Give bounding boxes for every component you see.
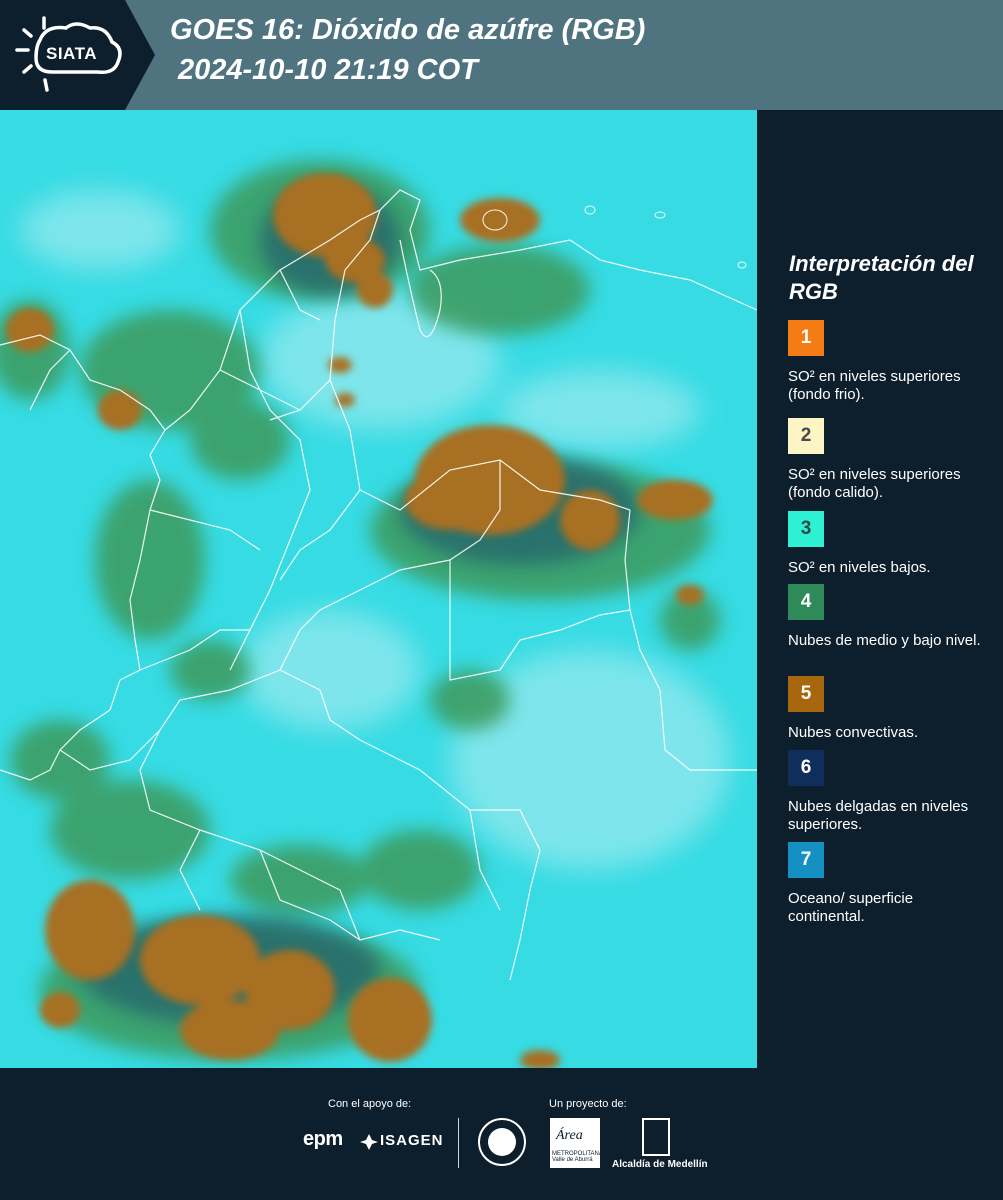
- epm-logo: epm: [303, 1128, 343, 1150]
- legend-label: Nubes delgadas en niveles superiores.: [788, 798, 969, 833]
- isagen-mark-icon: [360, 1134, 378, 1150]
- legend-swatch: 5: [788, 676, 824, 712]
- legend-label: SO² en niveles bajos.: [788, 559, 931, 576]
- area-metropolitana-logo: Área METROPOLITANA Valle de Aburrá: [550, 1118, 603, 1168]
- support-label: Con el apoyo de:: [328, 1098, 412, 1110]
- legend-label: Nubes de medio y bajo nivel.: [788, 632, 981, 649]
- legend-item: 2 SO² en niveles superiores (fondo calid…: [788, 418, 993, 502]
- legend-label: SO² en niveles superiores (fondo frio).: [788, 368, 961, 403]
- alcaldia-shield-icon: [642, 1118, 670, 1156]
- siata-logo-text: SIATA: [46, 44, 97, 63]
- legend-item: 7 Oceano/ superficie continental.: [788, 842, 993, 926]
- satellite-map: [0, 110, 757, 1068]
- legend-label: Nubes convectivas.: [788, 724, 919, 741]
- footer-divider: [458, 1118, 459, 1168]
- legend-swatch: 6: [788, 750, 824, 786]
- legend-item: 4 Nubes de medio y bajo nivel.: [788, 584, 993, 650]
- legend-item: 1 SO² en niveles superiores (fondo frio)…: [788, 320, 993, 404]
- seal-logo: [478, 1118, 526, 1166]
- page-title: GOES 16: Dióxido de azúfre (RGB): [170, 14, 646, 46]
- legend-swatch: 2: [788, 418, 824, 454]
- satellite-image: [0, 110, 757, 1068]
- legend-item: 5 Nubes convectivas.: [788, 676, 993, 742]
- seal-emblem-icon: [488, 1128, 516, 1156]
- legend-item: 3 SO² en niveles bajos.: [788, 511, 993, 577]
- isagen-logo-text: ISAGEN: [380, 1132, 444, 1149]
- page-timestamp: 2024-10-10 21:19 COT: [178, 54, 478, 86]
- legend-panel: Interpretación del RGB 1 SO² en niveles …: [757, 110, 1003, 1068]
- project-label: Un proyecto de:: [549, 1098, 627, 1110]
- legend-swatch: 7: [788, 842, 824, 878]
- legend-label: Oceano/ superficie continental.: [788, 890, 914, 925]
- area-logo-subtext: METROPOLITANA Valle de Aburrá: [552, 1151, 603, 1163]
- footer: Con el apoyo de: Un proyecto de: epm ISA…: [0, 1068, 1003, 1200]
- siata-logo: SIATA: [0, 0, 155, 110]
- legend-swatch: 4: [788, 584, 824, 620]
- legend-swatch: 1: [788, 320, 824, 356]
- header: SIATA GOES 16: Dióxido de azúfre (RGB) 2…: [0, 0, 1003, 110]
- legend-item: 6 Nubes delgadas en niveles superiores.: [788, 750, 993, 834]
- area-logo-text: Área: [556, 1128, 583, 1143]
- alcaldia-logo-text: Alcaldía de Medellín: [612, 1159, 708, 1170]
- legend-swatch: 3: [788, 511, 824, 547]
- legend-title: Interpretación del RGB: [789, 251, 974, 304]
- legend-label: SO² en niveles superiores (fondo calido)…: [788, 466, 961, 501]
